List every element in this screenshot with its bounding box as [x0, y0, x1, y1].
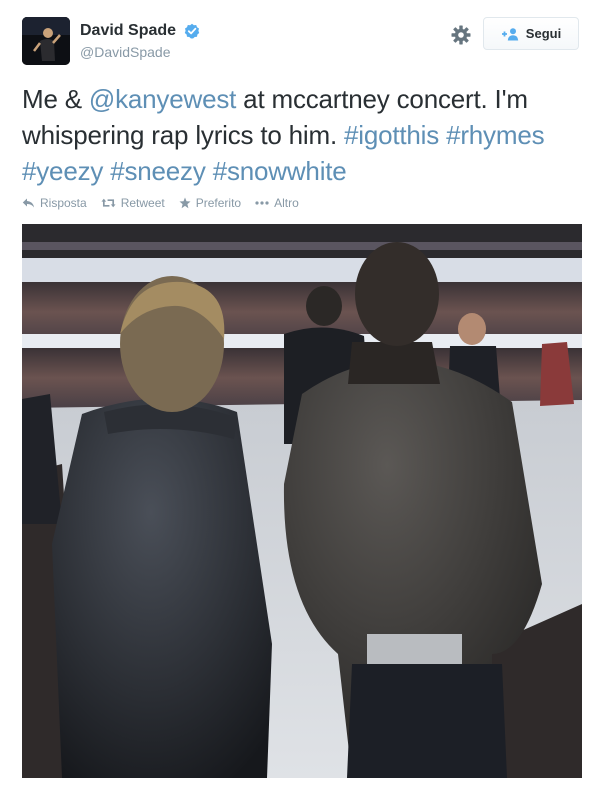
follow-button[interactable]: Segui	[483, 17, 579, 50]
gear-icon[interactable]	[450, 24, 472, 46]
tweet-card: David Spade @DavidSpade Segui Me & @kany…	[0, 0, 603, 807]
hashtag-link[interactable]: #rhymes	[446, 120, 544, 150]
reply-action[interactable]: Risposta	[22, 196, 87, 210]
mention-link[interactable]: @kanyewest	[89, 84, 236, 114]
follow-label: Segui	[525, 26, 562, 41]
hashtag-link[interactable]: #sneezy	[110, 156, 206, 186]
avatar[interactable]	[22, 17, 70, 65]
add-user-icon	[501, 27, 518, 40]
favorite-label: Preferito	[195, 196, 242, 210]
author-handle[interactable]: @DavidSpade	[80, 44, 171, 60]
tweet-text-segment	[206, 156, 213, 186]
concert-photo	[22, 224, 582, 778]
tweet-photo[interactable]	[22, 224, 582, 778]
star-icon	[179, 197, 191, 209]
avatar-photo	[22, 17, 70, 65]
reply-icon	[22, 198, 34, 208]
retweet-action[interactable]: Retweet	[101, 196, 165, 210]
tweet-actions: Risposta Retweet Preferito Altro	[22, 196, 313, 210]
more-action[interactable]: Altro	[255, 196, 299, 210]
retweet-icon	[101, 198, 116, 208]
tweet-text: Me & @kanyewest at mccartney concert. I'…	[22, 81, 592, 189]
hashtag-link[interactable]: #snowwhite	[213, 156, 347, 186]
author-line: David Spade	[80, 22, 200, 40]
author-name[interactable]: David Spade	[80, 22, 176, 40]
more-dots-icon	[255, 201, 269, 205]
verified-badge-icon	[185, 23, 200, 39]
reply-label: Risposta	[40, 196, 87, 210]
favorite-action[interactable]: Preferito	[179, 196, 241, 210]
hashtag-link[interactable]: #yeezy	[22, 156, 103, 186]
retweet-label: Retweet	[120, 196, 165, 210]
tweet-text-segment: Me &	[22, 84, 89, 114]
more-label: Altro	[274, 196, 299, 210]
hashtag-link[interactable]: #igotthis	[344, 120, 439, 150]
